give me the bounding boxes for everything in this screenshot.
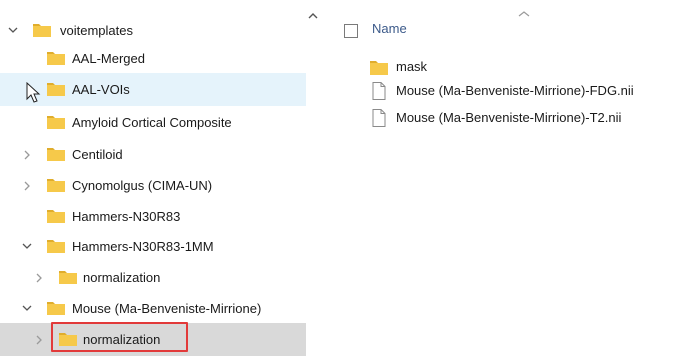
tree-item-label: normalization xyxy=(83,332,161,347)
file-explorer: voitemplates AAL-Merged AAL-VOIs Amyloid… xyxy=(0,0,684,356)
chevron-up-icon xyxy=(518,6,530,17)
chevron-down-icon[interactable] xyxy=(20,292,34,325)
folder-icon xyxy=(47,146,65,161)
folder-icon xyxy=(47,81,65,96)
folder-icon xyxy=(33,22,51,37)
tree-item-label: Cynomolgus (CIMA-UN) xyxy=(72,178,213,193)
document-icon xyxy=(370,109,388,127)
navigation-tree: voitemplates AAL-Merged AAL-VOIs Amyloid… xyxy=(0,0,318,356)
tree-item-label: Centiloid xyxy=(72,147,123,162)
folder-icon xyxy=(47,300,65,315)
folder-icon xyxy=(59,269,77,284)
tree-item-label: AAL-VOIs xyxy=(72,82,130,97)
scroll-up-icon[interactable] xyxy=(308,9,318,19)
folder-icon xyxy=(59,331,77,346)
tree-item-centiloid[interactable]: Centiloid xyxy=(0,138,306,171)
file-item-mask[interactable]: mask xyxy=(370,56,684,78)
chevron-right-icon[interactable] xyxy=(20,169,34,202)
mouse-cursor-icon xyxy=(26,81,42,104)
chevron-right-icon[interactable] xyxy=(32,323,46,356)
file-item-label: Mouse (Ma-Benveniste-Mirrione)-T2.nii xyxy=(396,110,622,125)
chevron-right-icon[interactable] xyxy=(20,138,34,171)
tree-item-amyloid-cortical-composite[interactable]: Amyloid Cortical Composite xyxy=(0,106,306,139)
tree-item-label: normalization xyxy=(83,270,161,285)
tree-item-aal-vois[interactable]: AAL-VOIs xyxy=(0,73,306,106)
chevron-right-icon[interactable] xyxy=(32,261,46,294)
tree-item-label: Mouse (Ma-Benveniste-Mirrione) xyxy=(72,301,262,316)
tree-item-normalization[interactable]: normalization xyxy=(0,261,306,294)
file-list-pane: Name mask Mouse (Ma-Benveniste-Mirrione)… xyxy=(322,0,684,356)
file-item-label: Mouse (Ma-Benveniste-Mirrione)-FDG.nii xyxy=(396,83,634,98)
folder-icon xyxy=(47,50,65,65)
tree-item-hammers-n30r83-1mm[interactable]: Hammers-N30R83-1MM xyxy=(0,230,306,263)
folder-icon xyxy=(47,208,65,223)
tree-item-cynomolgus[interactable]: Cynomolgus (CIMA-UN) xyxy=(0,169,306,202)
tree-item-label: Hammers-N30R83-1MM xyxy=(72,239,214,254)
tree-item-label: Amyloid Cortical Composite xyxy=(72,115,232,130)
tree-item-hammers-n30r83[interactable]: Hammers-N30R83 xyxy=(0,200,306,233)
column-header-name[interactable]: Name xyxy=(372,21,407,36)
tree-item-mouse[interactable]: Mouse (Ma-Benveniste-Mirrione) xyxy=(0,292,306,325)
folder-icon xyxy=(47,114,65,129)
tree-item-normalization-selected[interactable]: normalization xyxy=(0,323,306,356)
select-all-checkbox[interactable] xyxy=(344,24,358,38)
file-item-t2-nii[interactable]: Mouse (Ma-Benveniste-Mirrione)-T2.nii xyxy=(370,107,684,129)
folder-icon xyxy=(370,58,388,76)
folder-icon xyxy=(47,177,65,192)
tree-item-label: Hammers-N30R83 xyxy=(72,209,181,224)
chevron-down-icon[interactable] xyxy=(20,230,34,263)
tree-item-aal-merged[interactable]: AAL-Merged xyxy=(0,42,306,75)
document-icon xyxy=(370,82,388,100)
folder-icon xyxy=(47,238,65,253)
file-item-fdg-nii[interactable]: Mouse (Ma-Benveniste-Mirrione)-FDG.nii xyxy=(370,80,684,102)
file-item-label: mask xyxy=(396,59,428,74)
tree-item-label: AAL-Merged xyxy=(72,51,145,66)
